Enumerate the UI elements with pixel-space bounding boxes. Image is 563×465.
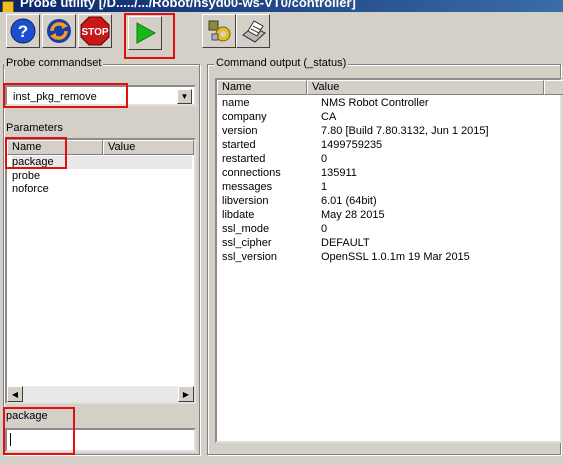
output-row-name[interactable]: restarted [222, 153, 265, 166]
output-row-name[interactable]: company [222, 111, 267, 124]
output-row-name[interactable]: version [222, 125, 257, 138]
window-title: Probe utility [/D...../.../Robot/nsyd00-… [20, 0, 356, 10]
parameters-list[interactable]: Name Value package probe noforce ◀ ▶ [5, 138, 196, 404]
output-row-value: 1 [321, 181, 328, 193]
command-output-list[interactable]: Name Value name NMS Robot Controller com… [215, 78, 563, 443]
printer-icon [242, 20, 266, 43]
output-row-name[interactable]: ssl_cipher [222, 237, 272, 250]
output-row-name[interactable]: name [222, 97, 250, 110]
output-row-value: 7.80 [Build 7.80.3132, Jun 1 2015] [321, 125, 489, 137]
output-row-value: 0 [321, 223, 328, 235]
scroll-left-icon[interactable]: ◀ [7, 386, 23, 402]
parameter-row-noforce[interactable]: noforce [12, 183, 49, 196]
refresh-button[interactable] [42, 14, 76, 48]
parameter-row-probe[interactable]: probe [12, 170, 40, 183]
param-value-input[interactable] [5, 428, 196, 452]
output-col-value[interactable]: Value [307, 80, 544, 95]
stop-button[interactable]: STOP [78, 14, 112, 48]
output-row-name[interactable]: messages [222, 181, 272, 194]
output-col-name[interactable]: Name [217, 80, 307, 95]
chevron-down-icon[interactable]: ▼ [177, 89, 192, 104]
refresh-icon [47, 19, 71, 43]
play-icon [136, 22, 157, 44]
parameter-row-package[interactable]: package [12, 156, 192, 169]
output-row-name[interactable]: ssl_mode [222, 223, 269, 236]
parameters-col-name[interactable]: Name [7, 140, 103, 155]
stop-icon: STOP [80, 16, 110, 46]
output-row-value: 1499759235 [321, 139, 383, 151]
output-row-name[interactable]: started [222, 139, 256, 152]
settings-icon [208, 20, 231, 42]
output-row-name[interactable]: ssl_version [222, 251, 277, 264]
output-row-value: NMS Robot Controller [321, 97, 429, 109]
output-row-value: OpenSSL 1.0.1m 19 Mar 2015 [321, 251, 470, 263]
scroll-right-icon[interactable]: ▶ [178, 386, 194, 402]
output-row-value: May 28 2015 [321, 209, 385, 221]
commandset-selected: inst_pkg_remove [13, 91, 97, 103]
svg-text:?: ? [18, 22, 28, 41]
app-icon [2, 1, 14, 12]
output-row-value: CA [321, 111, 337, 123]
text-caret [10, 433, 11, 446]
parameters-label: Parameters [6, 122, 63, 134]
stop-label: STOP [81, 27, 108, 38]
command-output-label: Command output (_status) [214, 57, 349, 69]
settings-button[interactable] [202, 14, 236, 48]
param-editor-label: package [6, 410, 48, 422]
output-row-name[interactable]: libdate [222, 209, 254, 222]
output-row-name[interactable]: libversion [222, 195, 268, 208]
parameters-col-value[interactable]: Value [103, 140, 194, 155]
commandset-select[interactable]: inst_pkg_remove ▼ [5, 85, 196, 106]
help-button[interactable]: ? [6, 14, 40, 48]
output-row-value: DEFAULT [321, 237, 370, 249]
help-icon: ? [10, 18, 36, 44]
print-button[interactable] [236, 14, 270, 48]
probe-commandset-label: Probe commandset [4, 57, 104, 69]
parameters-hscrollbar[interactable]: ◀ ▶ [7, 386, 194, 402]
output-col-extra [544, 80, 563, 95]
output-row-value: 135911 [321, 167, 357, 179]
output-row-value: 6.01 (64bit) [321, 195, 377, 207]
title-bar: Probe utility [/D...../.../Robot/nsyd00-… [0, 0, 563, 12]
output-row-value: 0 [321, 153, 328, 165]
output-row-name[interactable]: connections [222, 167, 281, 180]
run-button[interactable] [128, 16, 162, 50]
